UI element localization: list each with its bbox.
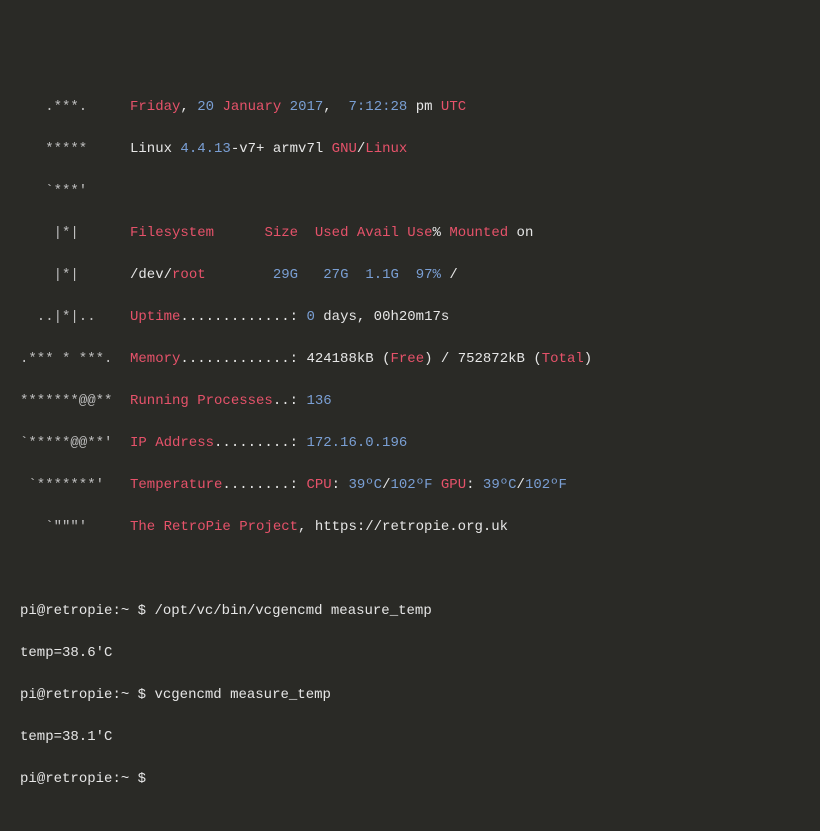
uptime-label: Uptime xyxy=(130,309,180,325)
fs-mount: / xyxy=(449,267,457,283)
output-2: temp=38.1'C xyxy=(20,727,800,748)
date-year: 2017 xyxy=(290,99,324,115)
blank-line xyxy=(20,559,800,580)
ip-val: 172.16.0.196 xyxy=(306,435,407,451)
temp-label: Temperature xyxy=(130,477,222,493)
memory-total: Total xyxy=(542,351,584,367)
date-time: 7:12:28 xyxy=(349,99,408,115)
logo-row: `*******' xyxy=(20,475,130,496)
temp-gpu-c: 39ºC xyxy=(483,477,517,493)
motd-line-2: ***** Linux 4.4.13-v7+ armv7l GNU/Linux xyxy=(20,139,800,160)
date-day: Friday xyxy=(130,99,180,115)
procs-val: 136 xyxy=(306,393,331,409)
temp-gpu: GPU xyxy=(433,477,467,493)
terminal-window[interactable]: .***. Friday, 20 January 2017, 7:12:28 p… xyxy=(0,0,820,831)
fs-header-used: Used xyxy=(315,225,349,241)
fs-header-size: Size xyxy=(264,225,298,241)
logo-row: ..|*|.. xyxy=(20,307,130,328)
fs-usepct: 97% xyxy=(416,267,441,283)
logo-row: |*| xyxy=(20,223,130,244)
date-month: January xyxy=(214,99,290,115)
motd-line-4: |*| Filesystem Size Used Avail Use% Moun… xyxy=(20,223,800,244)
fs-used: 27G xyxy=(323,267,348,283)
command-1: /opt/vc/bin/vcgencmd measure_temp xyxy=(154,603,431,619)
fs-size: 29G xyxy=(273,267,298,283)
logo-row: `***' xyxy=(20,181,130,202)
output-1: temp=38.6'C xyxy=(20,643,800,664)
motd-line-1: .***. Friday, 20 January 2017, 7:12:28 p… xyxy=(20,97,800,118)
temp-cpu: CPU xyxy=(306,477,331,493)
motd-line-6: ..|*|.. Uptime.............: 0 days, 00h… xyxy=(20,307,800,328)
motd-line-9: `*****@@**'IP Address.........: 172.16.0… xyxy=(20,433,800,454)
logo-row: .*** * ***. xyxy=(20,349,130,370)
kernel-version: 4.4.13 xyxy=(180,141,230,157)
prompt-host: retropie xyxy=(45,603,112,619)
motd-line-8: *******@@**Running Processes..: 136 xyxy=(20,391,800,412)
logo-row: .***. xyxy=(20,97,130,118)
logo-row: *******@@** xyxy=(20,391,130,412)
fs-root: root xyxy=(172,267,206,283)
prompt-user: pi xyxy=(20,603,37,619)
fs-avail: 1.1G xyxy=(365,267,399,283)
fs-header-filesystem: Filesystem xyxy=(130,225,214,241)
temp-cpu-f: 102ºF xyxy=(390,477,432,493)
motd-line-7: .*** * ***.Memory.............: 424188kB… xyxy=(20,349,800,370)
memory-label: Memory xyxy=(130,351,180,367)
date-num: 20 xyxy=(197,99,214,115)
project-name: The RetroPie Project xyxy=(130,519,298,535)
motd-line-10: `*******' Temperature........: CPU: 39ºC… xyxy=(20,475,800,496)
ip-label: IP Address xyxy=(130,435,214,451)
prompt-line-1[interactable]: pi@retropie:~ $ /opt/vc/bin/vcgencmd mea… xyxy=(20,601,800,622)
memory-free: Free xyxy=(390,351,424,367)
logo-row: |*| xyxy=(20,265,130,286)
fs-header-use: Use xyxy=(407,225,432,241)
temp-cpu-c: 39ºC xyxy=(348,477,382,493)
os-gnu: GNU xyxy=(332,141,357,157)
procs-label: Running Processes xyxy=(130,393,273,409)
motd-line-5: |*| /dev/root 29G 27G 1.1G 97% / xyxy=(20,265,800,286)
fs-header-avail: Avail xyxy=(357,225,399,241)
uptime-days: 0 xyxy=(306,309,314,325)
motd-line-3: `***' xyxy=(20,181,800,202)
command-2: vcgencmd measure_temp xyxy=(154,687,330,703)
fs-header-mounted: Mounted xyxy=(449,225,508,241)
date-tz: UTC xyxy=(441,99,466,115)
logo-row: `"""' xyxy=(20,517,130,538)
temp-gpu-f: 102ºF xyxy=(525,477,567,493)
project-url: https://retropie.org.uk xyxy=(315,519,508,535)
os-linux: Linux xyxy=(365,141,407,157)
prompt-line-2[interactable]: pi@retropie:~ $ vcgencmd measure_temp xyxy=(20,685,800,706)
logo-row: ***** xyxy=(20,139,130,160)
logo-row: `*****@@**' xyxy=(20,433,130,454)
motd-line-11: `"""' The RetroPie Project, https://retr… xyxy=(20,517,800,538)
prompt-line-3[interactable]: pi@retropie:~ $ xyxy=(20,769,800,790)
